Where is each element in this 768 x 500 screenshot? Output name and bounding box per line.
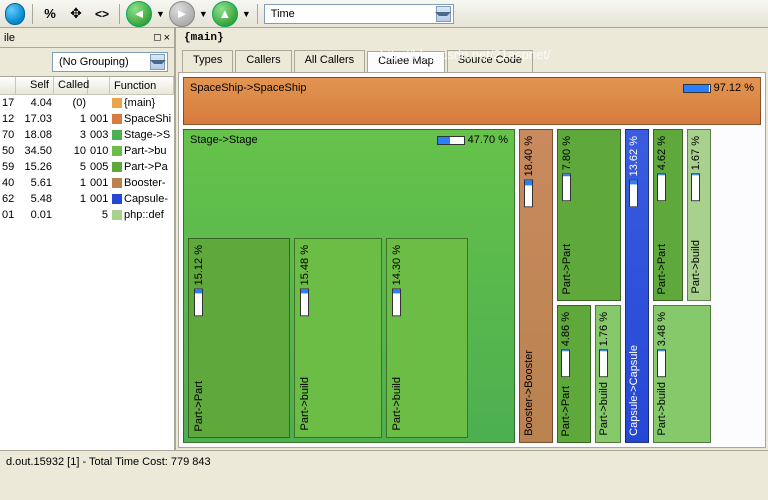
callee-map[interactable]: SpaceShip->SpaceShip 97.12 % Stage->Stag… bbox=[178, 72, 766, 448]
table-row[interactable]: 7018.083003Stage->S bbox=[0, 127, 174, 143]
table-row[interactable]: 174.04(0){main} bbox=[0, 95, 174, 111]
table-row[interactable]: 5915.265005Part->Pa bbox=[0, 159, 174, 175]
tab-source-code[interactable]: Source Code bbox=[447, 50, 533, 72]
arrow-right-icon: ► bbox=[175, 6, 188, 21]
node-booster[interactable]: Booster->Booster 18.40 % bbox=[519, 129, 553, 443]
toolbar: % ✥ <> ◄ ▼ ► ▼ ▲ ▼ Time bbox=[0, 0, 768, 28]
node-stage[interactable]: Stage->Stage 47.70 % Part->Part 15.12 % … bbox=[183, 129, 515, 443]
chevron-down-icon bbox=[150, 54, 165, 70]
left-panel: ile ◻ × (No Grouping) Self Called Functi… bbox=[0, 28, 176, 450]
node-part[interactable]: Part->Part 4.86 % bbox=[557, 305, 591, 443]
close-icon[interactable]: × bbox=[164, 32, 170, 44]
forward-button[interactable]: ► bbox=[169, 1, 195, 27]
tab-types[interactable]: Types bbox=[182, 50, 233, 72]
percent-button[interactable]: % bbox=[39, 3, 61, 25]
col-function[interactable]: Function bbox=[110, 77, 174, 94]
node-part[interactable]: Part->build 14.30 % bbox=[386, 238, 468, 438]
node-part[interactable]: Part->Part 7.80 % bbox=[557, 129, 621, 301]
node-capsule[interactable]: Capsule->Capsule 13.62 % bbox=[625, 129, 649, 443]
panel-header: ile ◻ × bbox=[0, 28, 174, 48]
refresh-button[interactable] bbox=[4, 3, 26, 25]
node-part[interactable]: Part->Part 4.62 % bbox=[653, 129, 683, 301]
tab-callee-map[interactable]: Callee Map bbox=[367, 51, 445, 73]
node-spaceship[interactable]: SpaceShip->SpaceShip 97.12 % bbox=[183, 77, 761, 125]
code-button[interactable]: <> bbox=[91, 3, 113, 25]
tab-callers[interactable]: Callers bbox=[235, 50, 291, 72]
time-combo[interactable]: Time bbox=[264, 4, 454, 24]
grouping-label: (No Grouping) bbox=[55, 56, 150, 68]
arrow-up-icon: ▲ bbox=[218, 6, 231, 21]
grouping-combo[interactable]: (No Grouping) bbox=[52, 52, 168, 72]
up-button[interactable]: ▲ bbox=[212, 1, 238, 27]
combo-label: Time bbox=[267, 8, 436, 20]
undock-icon[interactable]: ◻ bbox=[153, 32, 161, 44]
col-called[interactable]: Called bbox=[54, 77, 88, 94]
table-header: Self Called Function bbox=[0, 77, 174, 95]
chevron-down-icon bbox=[436, 6, 451, 22]
node-part[interactable]: Part->build 3.48 % bbox=[653, 305, 711, 443]
node-part[interactable]: Part->build 15.48 % bbox=[294, 238, 382, 438]
table-row[interactable]: 625.481001Capsule- bbox=[0, 191, 174, 207]
status-bar: d.out.15932 [1] - Total Time Cost: 779 8… bbox=[0, 450, 768, 472]
status-text: d.out.15932 [1] - Total Time Cost: 779 8… bbox=[6, 456, 211, 468]
tabs: TypesCallersAll CallersCallee MapSource … bbox=[178, 50, 766, 72]
refresh-icon bbox=[5, 3, 25, 25]
back-button[interactable]: ◄ bbox=[126, 1, 152, 27]
table-row[interactable]: 5034.5010010Part->bu bbox=[0, 143, 174, 159]
arrow-left-icon: ◄ bbox=[133, 6, 146, 21]
table-row[interactable]: 010.015php::def bbox=[0, 207, 174, 223]
panel-title: ile bbox=[4, 32, 15, 44]
function-table: Self Called Function 174.04(0){main}1217… bbox=[0, 77, 174, 450]
col-self[interactable]: Self bbox=[16, 77, 54, 94]
move-button[interactable]: ✥ bbox=[65, 3, 87, 25]
breadcrumb: {main} bbox=[178, 30, 766, 50]
tab-all-callers[interactable]: All Callers bbox=[294, 50, 366, 72]
table-row[interactable]: 405.611001Booster- bbox=[0, 175, 174, 191]
node-part[interactable]: Part->build 1.67 % bbox=[687, 129, 711, 301]
right-panel: {main} TypesCallersAll CallersCallee Map… bbox=[176, 28, 768, 450]
node-part[interactable]: Part->Part 15.12 % bbox=[188, 238, 290, 438]
table-row[interactable]: 1217.031001SpaceShi bbox=[0, 111, 174, 127]
node-part[interactable]: Part->build 1.76 % bbox=[595, 305, 621, 443]
